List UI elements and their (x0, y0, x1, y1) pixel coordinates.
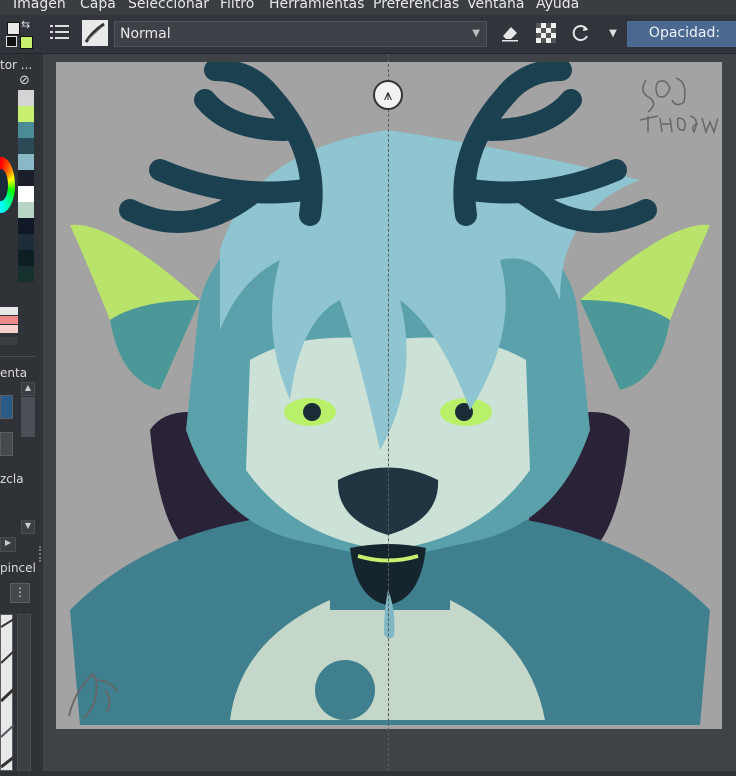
scroll-right-button[interactable]: ▶ (0, 537, 16, 552)
brush-settings-icon (50, 25, 69, 39)
menu-filtro[interactable]: Filtro (220, 0, 254, 11)
artist-logo (65, 660, 125, 722)
color-history-swatch[interactable] (0, 337, 18, 345)
reset-colors-icon[interactable] (6, 36, 17, 47)
artist-signature (636, 72, 719, 135)
scroll-up-button[interactable]: ▲ (21, 382, 35, 396)
opacity-slider[interactable]: Opacidad: (627, 21, 736, 47)
chevron-down-icon: ▼ (472, 28, 480, 39)
brush-preset-icon (82, 20, 108, 46)
alpha-lock-button[interactable] (533, 20, 559, 46)
tool-options-bar: ⇆ Normal ▼ ▼ Opacidad: (0, 15, 736, 54)
scroll-down-button[interactable]: ▼ (21, 520, 35, 534)
background-color-swatch[interactable] (20, 36, 33, 49)
blend-mode-value: Normal (120, 26, 171, 42)
menu-capa[interactable]: Capa (80, 0, 116, 11)
brush-settings-button[interactable] (47, 20, 73, 46)
menu-ventana[interactable]: Ventana (467, 0, 525, 11)
palette-swatch[interactable] (18, 122, 34, 138)
symmetry-axis-guide (388, 54, 389, 771)
palette-swatch[interactable] (18, 250, 34, 266)
drawing-canvas[interactable] (56, 62, 722, 729)
alpha-lock-icon (536, 23, 556, 43)
signature-drawing (639, 77, 719, 135)
brush-panel-label: pincel (0, 561, 36, 575)
reload-options-dropdown[interactable]: ▼ (600, 20, 626, 46)
tool-button[interactable] (0, 432, 13, 456)
blend-mode-select[interactable]: Normal ▼ (114, 21, 487, 47)
left-dock: tor ... ⊘ enta ▲ zcla ▼ ▶ pincel ⋮ (0, 54, 43, 771)
palette-swatch[interactable] (18, 266, 34, 282)
eraser-icon (502, 27, 518, 42)
logo-drawing (68, 672, 118, 719)
menu-ayuda[interactable]: Ayuda (536, 0, 579, 11)
palette-swatch[interactable] (18, 218, 34, 234)
reload-preset-button[interactable] (568, 20, 594, 46)
selected-tool-button[interactable] (0, 395, 13, 419)
color-history-swatch[interactable] (0, 316, 18, 324)
palette-swatch[interactable] (18, 90, 34, 106)
brush-list-scrollbar[interactable] (17, 614, 31, 771)
brush-options-button[interactable]: ⋮ (10, 583, 30, 603)
palette (18, 90, 34, 282)
palette-swatch[interactable] (18, 106, 34, 122)
scrollbar-thumb[interactable] (21, 397, 35, 437)
palette-swatch[interactable] (18, 138, 34, 154)
palette-swatch[interactable] (18, 170, 34, 186)
opacity-label: Opacidad: (648, 25, 721, 41)
clear-color-icon[interactable]: ⊘ (19, 73, 30, 88)
reload-icon (572, 25, 588, 41)
swap-colors-icon[interactable]: ⇆ (21, 18, 30, 31)
brush-list[interactable] (0, 614, 16, 771)
color-history-swatch[interactable] (0, 325, 18, 333)
symmetry-handle-icon[interactable]: ⩚ (373, 80, 403, 110)
smudge-panel-label: zcla (0, 472, 24, 486)
brush-preset-button[interactable] (82, 20, 108, 46)
menubar: Imagen Capa Seleccionar Filtro Herramien… (0, 0, 736, 15)
palette-swatch[interactable] (18, 154, 34, 170)
palette-swatch[interactable] (18, 202, 34, 218)
divider (0, 356, 35, 357)
artwork-deer-wolf (70, 62, 710, 725)
palette-swatch[interactable] (18, 234, 34, 250)
palette-swatch[interactable] (18, 186, 34, 202)
menu-herramientas[interactable]: Herramientas (269, 0, 364, 11)
menu-seleccionar[interactable]: Seleccionar (128, 0, 209, 11)
eraser-mode-button[interactable] (497, 20, 523, 46)
color-history-swatch[interactable] (0, 307, 18, 315)
tool-panel-label: enta (0, 366, 28, 380)
menu-imagen[interactable]: Imagen (13, 0, 66, 11)
foreground-color-swatch[interactable] (7, 22, 20, 35)
chevron-down-icon: ▼ (609, 27, 617, 39)
menu-preferencias[interactable]: Preferencias (373, 0, 459, 11)
brush-strokes-preview (0, 618, 16, 769)
color-panel-title: tor ... (0, 58, 33, 72)
